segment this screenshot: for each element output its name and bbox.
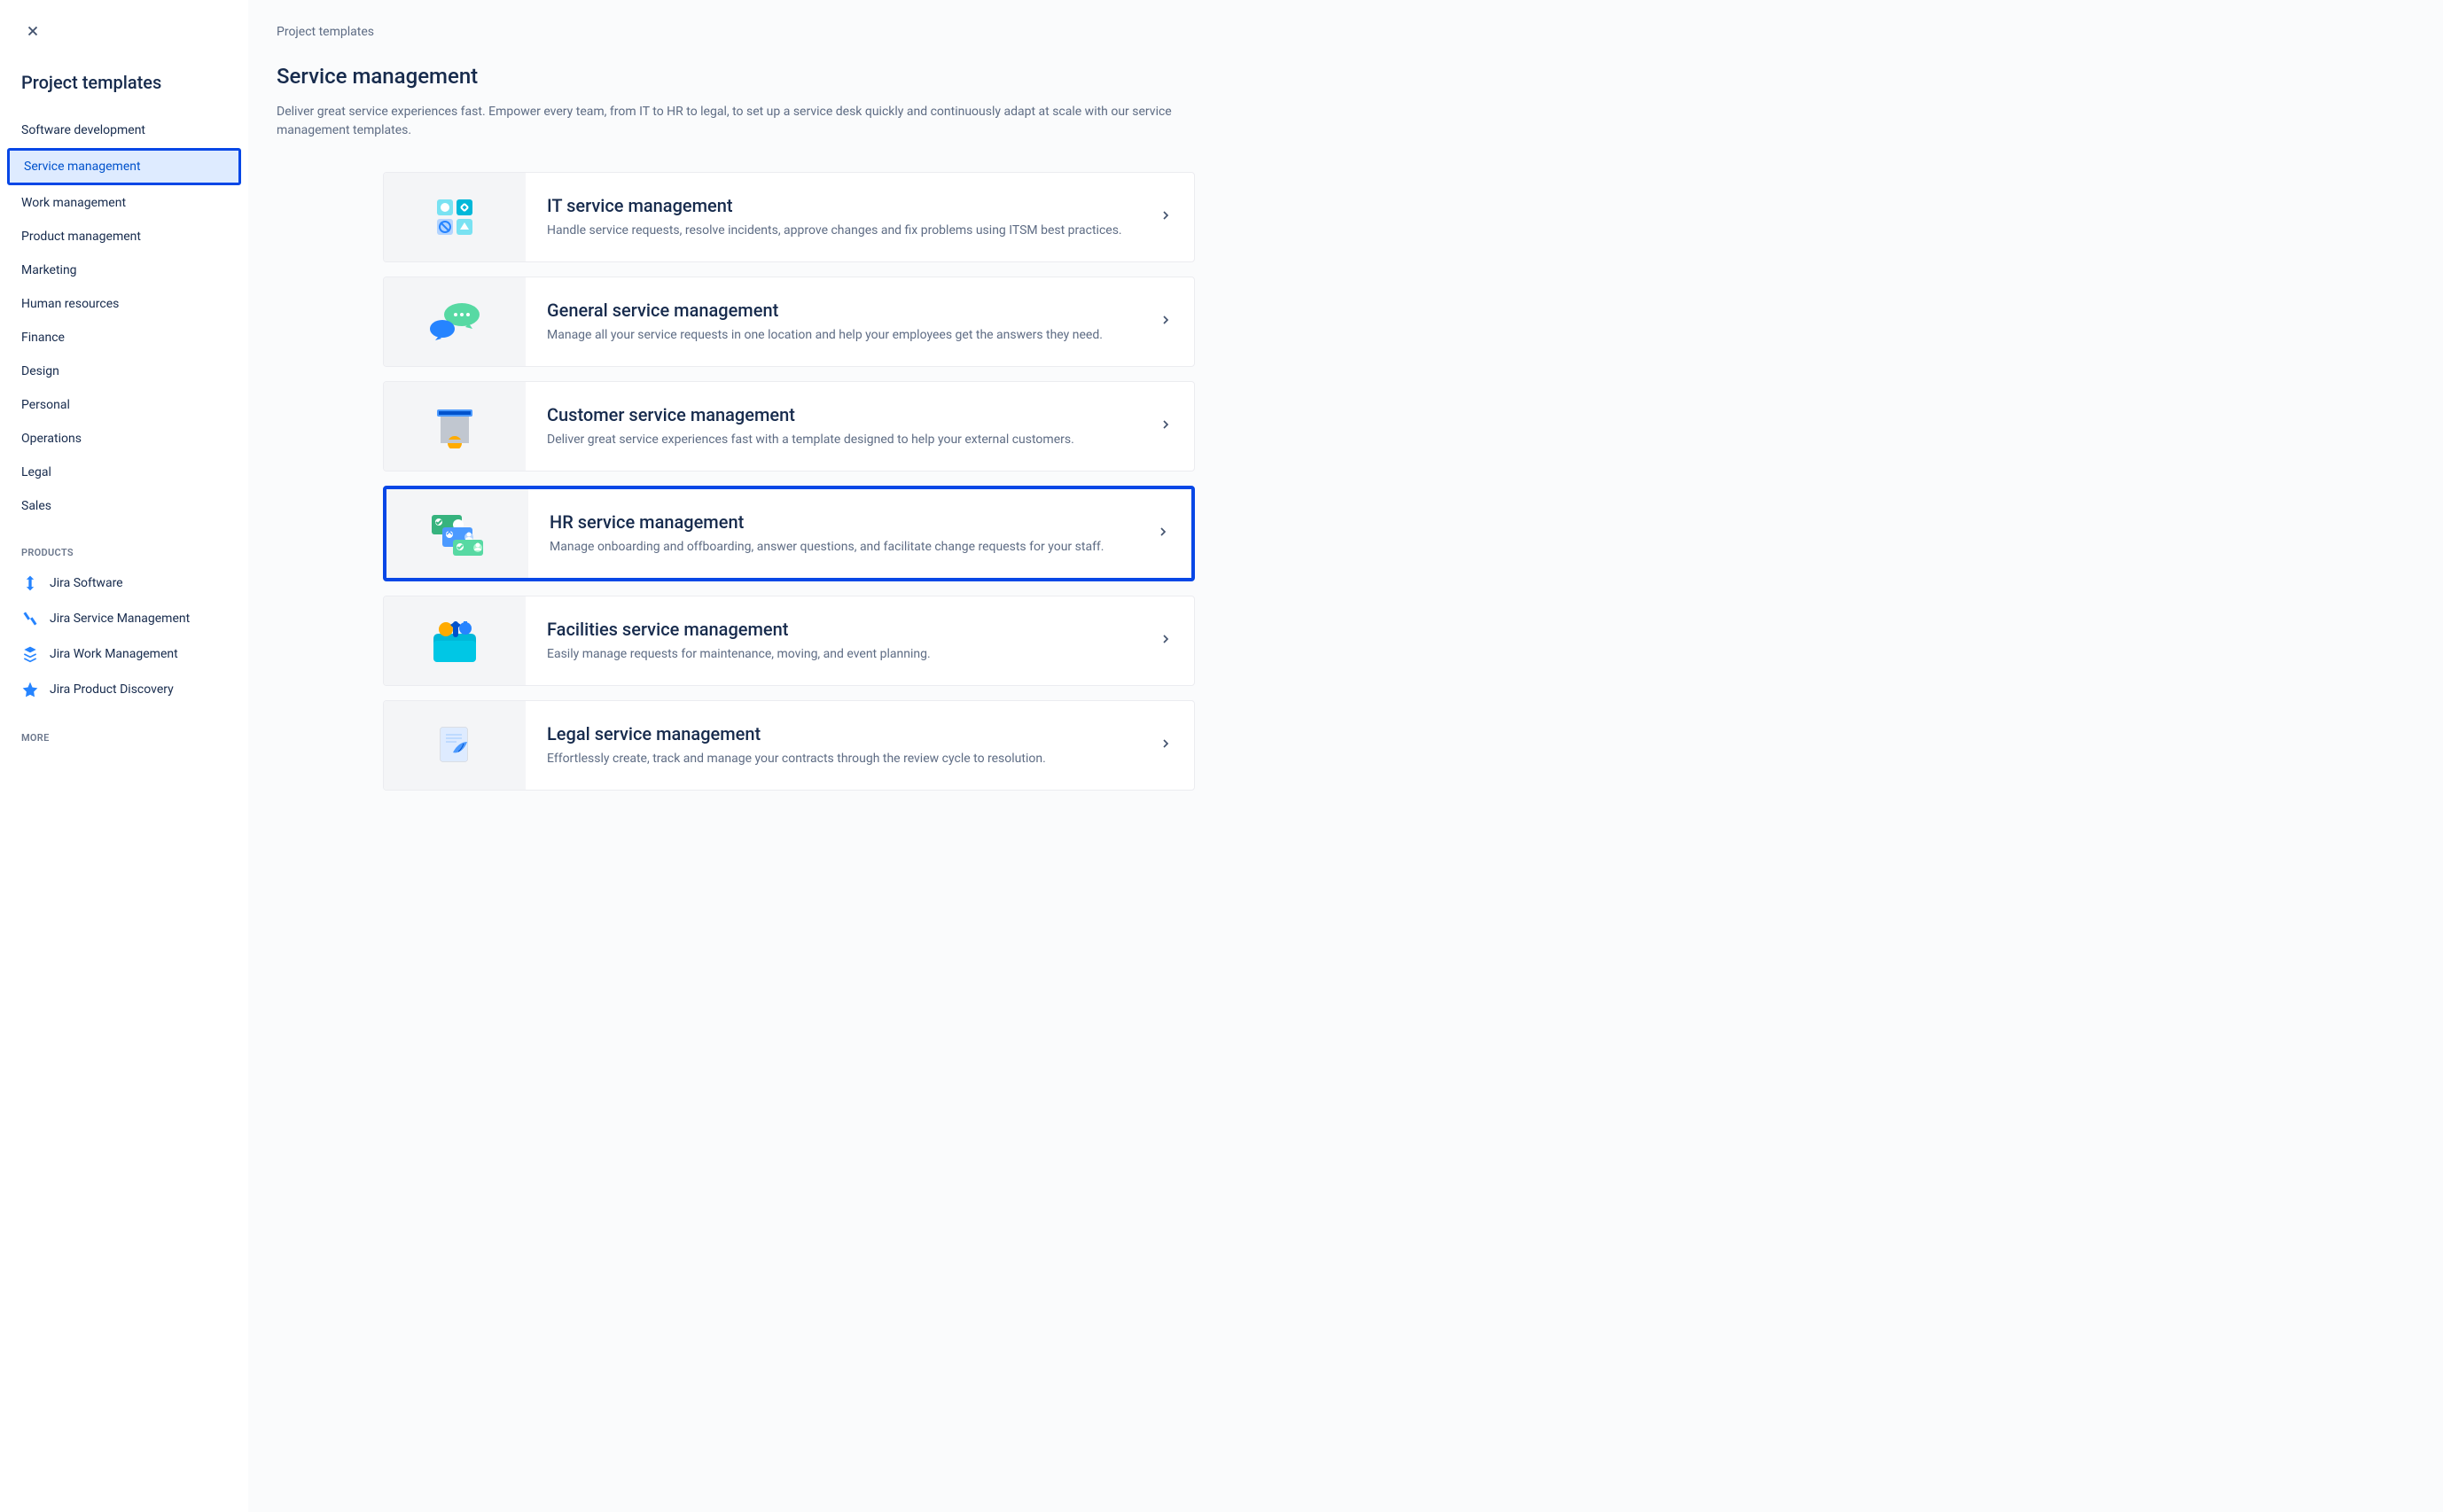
template-description: Manage onboarding and offboarding, answe… [550,538,1142,557]
chevron-right-icon [1156,525,1170,542]
template-title: HR service management [550,511,1142,533]
template-illustration [384,596,526,685]
breadcrumb[interactable]: Project templates [277,25,1195,39]
sidebar-item-legal[interactable]: Legal [7,456,241,488]
template-description: Handle service requests, resolve inciden… [547,222,1144,240]
jira-discovery-icon [21,681,39,698]
sidebar-item-sales[interactable]: Sales [7,490,241,522]
jira-work-icon [21,645,39,663]
template-content: HR service management Manage onboarding a… [528,489,1191,578]
template-text: Facilities service management Easily mana… [547,619,1144,664]
page-title: Service management [277,64,1195,89]
sidebar-more-label: MORE [7,732,241,744]
template-title: Legal service management [547,723,1144,744]
templates-list: IT service management Handle service requ… [277,172,1195,791]
sidebar-products: Jira Software Jira Service Management Jira… [7,565,241,707]
sidebar-item-software-development[interactable]: Software development [7,114,241,146]
template-card-legal-service-management[interactable]: Legal service management Effortlessly cre… [383,700,1195,791]
template-content: Legal service management Effortlessly cre… [526,701,1194,790]
product-label: Jira Product Discovery [50,682,174,697]
template-card-general-service-management[interactable]: General service management Manage all you… [383,277,1195,367]
template-title: IT service management [547,195,1144,216]
template-content: Facilities service management Easily mana… [526,596,1194,685]
page-description: Deliver great service experiences fast. … [277,103,1195,140]
product-item-jira-service[interactable]: Jira Service Management [7,601,241,636]
sidebar-item-work-management[interactable]: Work management [7,187,241,219]
template-text: Legal service management Effortlessly cre… [547,723,1144,768]
chevron-right-icon [1159,313,1173,331]
template-title: Facilities service management [547,619,1144,640]
template-illustration [384,701,526,790]
template-text: HR service management Manage onboarding a… [550,511,1142,557]
product-item-jira-discovery[interactable]: Jira Product Discovery [7,672,241,707]
template-description: Manage all your service requests in one … [547,326,1144,345]
template-content: IT service management Handle service requ… [526,173,1194,261]
template-text: Customer service management Deliver great… [547,404,1144,449]
jira-software-icon [21,574,39,592]
sidebar-item-service-management[interactable]: Service management [7,148,241,185]
template-text: General service management Manage all you… [547,300,1144,345]
template-description: Deliver great service experiences fast w… [547,431,1144,449]
template-illustration [384,173,526,261]
chevron-right-icon [1159,208,1173,226]
template-description: Easily manage requests for maintenance, … [547,645,1144,664]
template-card-it-service-management[interactable]: IT service management Handle service requ… [383,172,1195,262]
sidebar-categories: Software developmentService managementWo… [7,114,241,522]
template-title: General service management [547,300,1144,321]
chevron-right-icon [1159,417,1173,435]
template-card-customer-service-management[interactable]: Customer service management Deliver great… [383,381,1195,472]
template-illustration [384,382,526,471]
product-item-jira-software[interactable]: Jira Software [7,565,241,601]
product-label: Jira Software [50,576,123,590]
template-illustration [384,277,526,366]
jira-service-icon [21,610,39,627]
sidebar-item-operations[interactable]: Operations [7,423,241,455]
template-description: Effortlessly create, track and manage yo… [547,750,1144,768]
sidebar-item-design[interactable]: Design [7,355,241,387]
sidebar-item-marketing[interactable]: Marketing [7,254,241,286]
close-button[interactable] [20,18,46,47]
product-label: Jira Service Management [50,612,190,626]
sidebar-item-personal[interactable]: Personal [7,389,241,421]
template-card-facilities-service-management[interactable]: Facilities service management Easily mana… [383,596,1195,686]
main-content: Project templates Service management Del… [248,0,1223,1512]
sidebar-item-finance[interactable]: Finance [7,322,241,354]
template-content: General service management Manage all you… [526,277,1194,366]
template-title: Customer service management [547,404,1144,425]
template-illustration [386,489,528,578]
chevron-right-icon [1159,737,1173,754]
close-icon [25,23,41,39]
sidebar-products-label: PRODUCTS [7,547,241,558]
product-label: Jira Work Management [50,647,178,661]
template-card-hr-service-management[interactable]: HR service management Manage onboarding a… [383,486,1195,581]
sidebar-title: Project templates [7,72,241,93]
template-text: IT service management Handle service requ… [547,195,1144,240]
product-item-jira-work[interactable]: Jira Work Management [7,636,241,672]
sidebar-item-product-management[interactable]: Product management [7,221,241,253]
sidebar: Project templates Software developmentSe… [0,0,248,1512]
template-content: Customer service management Deliver great… [526,382,1194,471]
chevron-right-icon [1159,632,1173,650]
sidebar-item-human-resources[interactable]: Human resources [7,288,241,320]
